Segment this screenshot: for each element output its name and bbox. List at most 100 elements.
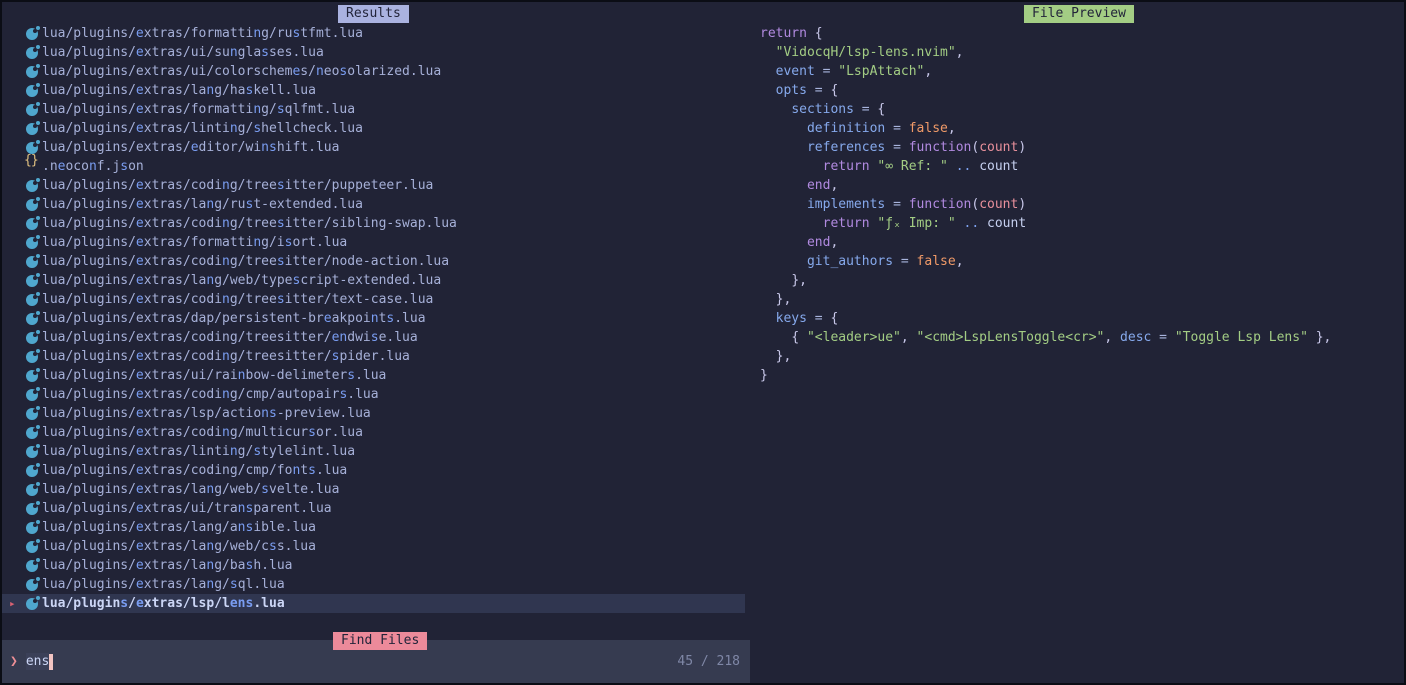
result-row[interactable]: lua/plugins/extras/coding/treesitter/end… <box>2 328 745 347</box>
file-path: lua/plugins/extras/coding/cmp/fonts.lua <box>42 463 347 478</box>
lua-file-icon <box>26 294 42 306</box>
match-highlight: e <box>136 539 144 554</box>
file-path: lua/plugins/extras/formatting/sqlfmt.lua <box>42 102 355 117</box>
result-row[interactable]: lua/plugins/extras/ui/sunglasses.lua <box>2 43 745 62</box>
result-row[interactable]: lua/plugins/extras/formatting/sqlfmt.lua <box>2 100 745 119</box>
result-row[interactable]: lua/plugins/extras/lang/bash.lua <box>2 556 745 575</box>
code-line: }, <box>760 271 1331 290</box>
match-highlight: s <box>308 463 316 478</box>
match-highlight: s <box>261 482 269 497</box>
file-path: lua/plugins/extras/dap/persistent-breakp… <box>42 311 426 326</box>
result-row[interactable]: lua/plugins/extras/coding/treesitter/sib… <box>2 214 745 233</box>
lua-file-icon <box>26 446 38 458</box>
lua-file-icon <box>26 28 38 40</box>
match-highlight: n <box>230 121 238 136</box>
match-highlight: e <box>136 121 144 136</box>
result-row[interactable]: lua/plugins/extras/lang/web/typescript-e… <box>2 271 745 290</box>
lua-file-icon <box>26 465 42 477</box>
match-highlight: s <box>277 292 285 307</box>
match-highlight: n <box>222 254 230 269</box>
prompt-input[interactable]: ens <box>26 653 49 670</box>
file-path: lua/plugins/extras/coding/treesitter/tex… <box>42 292 433 307</box>
result-row[interactable]: lua/plugins/extras/linting/shellcheck.lu… <box>2 119 745 138</box>
match-highlight: s <box>277 178 285 193</box>
lua-file-icon <box>26 541 42 553</box>
lua-file-icon <box>26 427 38 439</box>
file-path: lua/plugins/extras/ui/rainbow-delimeters… <box>42 368 386 383</box>
result-row[interactable]: lua/plugins/extras/lang/ansible.lua <box>2 518 745 537</box>
result-row[interactable]: lua/plugins/extras/ui/transparent.lua <box>2 499 745 518</box>
file-path: lua/plugins/extras/lang/haskell.lua <box>42 83 316 98</box>
lua-file-icon <box>26 47 42 59</box>
file-path: lua/plugins/extras/ui/sunglasses.lua <box>42 45 324 60</box>
lua-file-icon <box>26 28 42 40</box>
result-row[interactable]: ▸lua/plugins/extras/lsp/lens.lua <box>2 594 745 613</box>
match-highlight: n <box>222 387 230 402</box>
match-highlight: n <box>238 368 246 383</box>
result-row[interactable]: lua/plugins/extras/ui/colorschemes/neoso… <box>2 62 745 81</box>
file-path: lua/plugins/extras/linting/shellcheck.lu… <box>42 121 363 136</box>
telescope-window: Results lua/plugins/extras/formatting/ru… <box>0 0 1406 685</box>
lua-file-icon <box>26 484 38 496</box>
match-highlight: e <box>136 368 144 383</box>
lua-file-icon <box>26 446 42 458</box>
result-row[interactable]: lua/plugins/extras/formatting/rustfmt.lu… <box>2 24 745 43</box>
code-line: git_authors = false, <box>760 252 1331 271</box>
match-highlight: s <box>230 577 238 592</box>
result-row[interactable]: lua/plugins/extras/lang/rust-extended.lu… <box>2 195 745 214</box>
lua-file-icon <box>26 218 38 230</box>
lua-file-icon <box>26 294 38 306</box>
match-highlight: ns <box>238 501 254 516</box>
result-row[interactable]: lua/plugins/extras/ui/rainbow-delimeters… <box>2 366 745 385</box>
preview-panel-title: File Preview <box>1024 5 1134 23</box>
result-row[interactable]: lua/plugins/extras/coding/treesitter/tex… <box>2 290 745 309</box>
lua-file-icon <box>26 579 38 591</box>
code-line: return { <box>760 24 1331 43</box>
file-path: lua/plugins/extras/formatting/rustfmt.lu… <box>42 26 363 41</box>
lua-file-icon <box>26 560 38 572</box>
match-highlight: e <box>136 501 144 516</box>
result-row[interactable]: lua/plugins/extras/lang/web/svelte.lua <box>2 480 745 499</box>
result-row[interactable]: lua/plugins/extras/lang/haskell.lua <box>2 81 745 100</box>
match-highlight: ns <box>261 406 277 421</box>
lua-file-icon <box>26 123 42 135</box>
result-row[interactable]: lua/plugins/extras/coding/multicursor.lu… <box>2 423 745 442</box>
result-row[interactable]: lua/plugins/extras/lsp/actions-preview.l… <box>2 404 745 423</box>
match-highlight: n <box>253 26 261 41</box>
result-row[interactable]: lua/plugins/extras/coding/cmp/fonts.lua <box>2 461 745 480</box>
result-row[interactable]: lua/plugins/extras/coding/treesitter/nod… <box>2 252 745 271</box>
lua-file-icon <box>26 313 42 325</box>
result-row[interactable]: lua/plugins/extras/editor/winshift.lua <box>2 138 745 157</box>
result-row[interactable]: lua/plugins/extras/coding/treesitter/pup… <box>2 176 745 195</box>
lua-file-icon <box>26 370 42 382</box>
lua-file-icon <box>26 237 38 249</box>
match-highlight: n <box>230 444 238 459</box>
lua-file-icon <box>26 66 42 78</box>
result-row[interactable]: lua/plugins/extras/formatting/isort.lua <box>2 233 745 252</box>
match-highlight: n <box>371 311 379 326</box>
file-path: lua/plugins/extras/coding/treesitter/nod… <box>42 254 449 269</box>
text-cursor <box>49 654 53 670</box>
match-highlight: e <box>136 102 144 117</box>
result-row[interactable]: lua/plugins/extras/lang/web/css.lua <box>2 537 745 556</box>
result-row[interactable]: lua/plugins/extras/linting/stylelint.lua <box>2 442 745 461</box>
match-highlight: n <box>253 102 261 117</box>
lua-file-icon <box>26 522 38 534</box>
file-path: lua/plugins/extras/coding/treesitter/sib… <box>42 216 457 231</box>
result-row[interactable]: {}.neoconf.json <box>2 157 745 176</box>
match-highlight: s <box>269 539 277 554</box>
file-path: lua/plugins/extras/lang/ansible.lua <box>42 520 316 535</box>
match-highlight: e <box>136 26 144 41</box>
match-highlight: n <box>222 425 230 440</box>
match-highlight: e <box>136 254 144 269</box>
lua-file-icon <box>26 66 38 78</box>
result-row[interactable]: lua/plugins/extras/dap/persistent-breakp… <box>2 309 745 328</box>
lua-file-icon <box>26 351 42 363</box>
result-row[interactable]: lua/plugins/extras/coding/cmp/autopairs.… <box>2 385 745 404</box>
json-file-icon: {} <box>26 161 42 173</box>
match-highlight: e <box>136 273 144 288</box>
lua-file-icon <box>26 199 38 211</box>
result-row[interactable]: lua/plugins/extras/coding/treesitter/spi… <box>2 347 745 366</box>
result-row[interactable]: lua/plugins/extras/lang/sql.lua <box>2 575 745 594</box>
match-highlight: e <box>136 292 144 307</box>
